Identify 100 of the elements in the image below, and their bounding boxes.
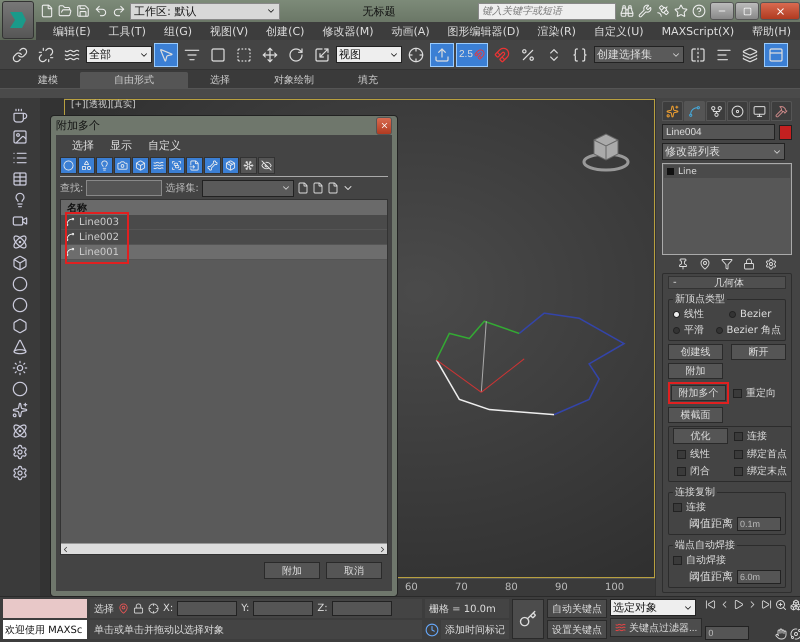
window-tool-button[interactable] — [764, 42, 788, 66]
lock-icon[interactable] — [743, 258, 755, 270]
minimize-button[interactable] — [710, 2, 734, 20]
menu-item[interactable]: 工具(T) — [100, 24, 155, 38]
modifier-stack[interactable]: Line — [662, 163, 792, 255]
object-row[interactable]: Line002 — [61, 230, 387, 245]
picture-icon[interactable] — [12, 129, 28, 145]
wrench-icon[interactable] — [638, 4, 652, 18]
stack-item[interactable]: Line — [678, 166, 697, 176]
orbit-icon[interactable] — [790, 628, 800, 640]
sparkle-icon[interactable] — [12, 402, 28, 418]
find-field[interactable] — [86, 180, 162, 196]
ribbon-tab[interactable]: 对象绘制 — [252, 72, 336, 88]
checkbox[interactable] — [677, 466, 686, 476]
dialog-button[interactable]: 附加 — [264, 562, 320, 578]
dropdown[interactable]: 视图 — [336, 46, 402, 63]
filter-button[interactable] — [78, 157, 95, 174]
cone-icon[interactable] — [12, 339, 28, 355]
filter-button[interactable] — [132, 157, 149, 174]
folder-icon[interactable] — [58, 4, 72, 18]
ribbon-tab[interactable]: 填充 — [336, 72, 400, 88]
frame-field[interactable]: 0 — [705, 626, 750, 640]
panel-tab[interactable] — [771, 101, 792, 121]
cup-icon[interactable] — [12, 108, 28, 124]
atom-icon[interactable] — [12, 423, 28, 439]
menu-item[interactable]: 渲染(R) — [528, 24, 585, 38]
key-filters-button[interactable]: 关键点过滤器... — [610, 618, 702, 637]
play-icon[interactable] — [733, 599, 744, 610]
table-icon[interactable] — [12, 171, 28, 187]
dropdown[interactable]: 创建选择集 — [594, 46, 684, 63]
zoom-icon[interactable] — [775, 599, 788, 611]
menu-item[interactable]: 修改器(M) — [313, 24, 383, 38]
spline-drawing[interactable] — [436, 312, 626, 416]
collapse-toggle[interactable]: - — [673, 277, 677, 288]
close-button[interactable] — [376, 116, 392, 134]
filter-button[interactable] — [150, 157, 167, 174]
panel-tab[interactable] — [749, 101, 770, 121]
break-button[interactable]: 断开 — [731, 344, 786, 360]
hand-icon[interactable] — [775, 628, 788, 640]
menu-item[interactable]: 图形编辑器(D) — [438, 24, 529, 38]
menu-item[interactable]: 显示 — [104, 138, 138, 152]
refine-button[interactable]: 优化 — [673, 428, 728, 444]
scroll-right-icon[interactable] — [378, 544, 387, 554]
key-button[interactable] — [512, 599, 544, 639]
workspace-dropdown[interactable]: 工作区: 默认 — [130, 2, 280, 20]
redo-icon[interactable] — [112, 4, 126, 18]
menu-item[interactable]: 视图(V) — [201, 24, 258, 38]
filter-button[interactable] — [60, 157, 77, 174]
checkbox[interactable] — [677, 450, 686, 458]
script-listener-field[interactable] — [3, 599, 87, 618]
panel-tab[interactable] — [684, 101, 705, 121]
menu-item[interactable]: 编辑(E) — [44, 24, 100, 38]
upload-tool-button[interactable] — [430, 42, 454, 66]
coordinate-field[interactable] — [253, 601, 314, 616]
ribbon-tab[interactable]: 建模 — [16, 72, 80, 88]
menu-item[interactable]: 自定义 — [142, 138, 187, 152]
object-row[interactable]: Line003 — [61, 215, 387, 230]
menu-item[interactable]: MAXScript(X) — [652, 24, 744, 38]
cross-section-button[interactable]: 横截面 — [668, 407, 723, 423]
marker-icon[interactable] — [699, 258, 711, 270]
attach-multiple-button[interactable]: 附加多个 — [671, 385, 726, 401]
document-icon[interactable] — [296, 182, 309, 194]
maximize-button[interactable] — [735, 2, 759, 20]
funnel-icon[interactable] — [721, 258, 733, 270]
gear-icon[interactable] — [765, 258, 777, 270]
add-time-tag-text[interactable]: 添加时间标记 — [441, 620, 509, 639]
menu-item[interactable]: 选择 — [66, 138, 100, 152]
gear-icon[interactable] — [12, 444, 28, 460]
panel-tab[interactable] — [727, 101, 748, 121]
attach-button[interactable]: 附加 — [668, 363, 723, 379]
circle-icon[interactable] — [12, 381, 28, 397]
checkbox[interactable] — [734, 432, 743, 440]
close-button[interactable] — [760, 2, 800, 20]
column-header[interactable]: 名称 — [61, 200, 387, 215]
cursor-tool-button[interactable] — [154, 42, 178, 66]
pin-icon[interactable] — [677, 258, 689, 270]
panel-tab[interactable] — [662, 101, 683, 121]
dropdown[interactable]: 全部 — [86, 46, 152, 63]
filter-button[interactable] — [258, 157, 275, 174]
set-key-button[interactable]: 设置关键点 — [547, 620, 607, 639]
checkbox[interactable] — [673, 556, 682, 564]
new-file-icon[interactable] — [40, 4, 54, 18]
menu-item[interactable]: 自定义(U) — [584, 24, 653, 38]
rollout-header[interactable]: - 几何体 — [668, 276, 786, 289]
scroll-left-icon[interactable] — [61, 544, 70, 554]
checkbox[interactable] — [734, 466, 743, 476]
ribbon-tab[interactable]: 选择 — [188, 72, 252, 88]
filter-button[interactable] — [168, 157, 185, 174]
object-name-field[interactable]: Line004 — [662, 124, 775, 140]
coordinate-field[interactable] — [177, 601, 238, 616]
skip-back-icon[interactable] — [705, 599, 716, 610]
auto-key-button[interactable]: 自动关键点 — [547, 599, 607, 618]
checkbox[interactable] — [733, 388, 742, 398]
menu-item[interactable]: 帮助(H) — [743, 24, 800, 38]
app-logo-button[interactable] — [2, 1, 34, 39]
coordinate-field[interactable] — [332, 601, 392, 616]
checkbox[interactable] — [734, 450, 743, 458]
satellite-icon[interactable] — [656, 4, 670, 18]
search-field[interactable]: 键入关键字或短语 — [478, 2, 616, 20]
hexagon-icon[interactable] — [12, 318, 28, 334]
